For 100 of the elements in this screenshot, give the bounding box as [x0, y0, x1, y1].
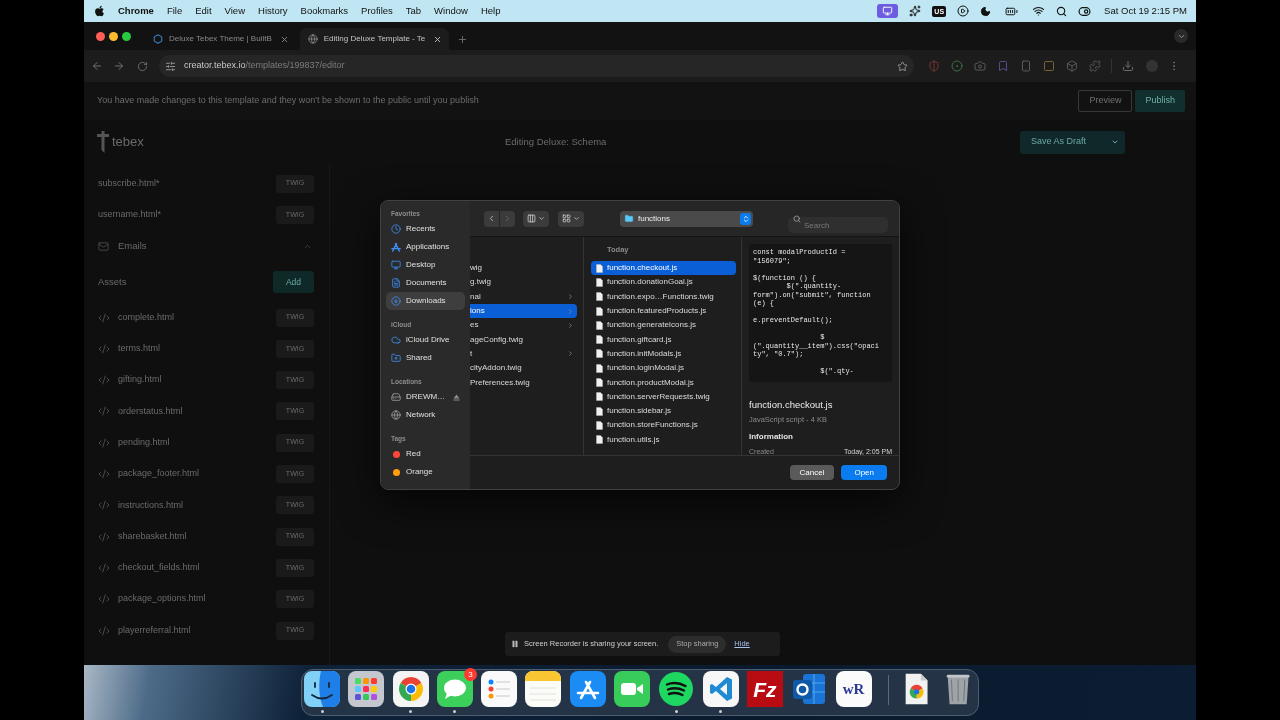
sidebar-item[interactable]: Recents — [386, 220, 465, 238]
template-name[interactable]: username.html* — [98, 208, 162, 222]
menu-item[interactable]: Profiles — [361, 3, 393, 19]
menu-item[interactable]: Tab — [405, 3, 422, 19]
template-name[interactable]: orderstatus.html — [118, 404, 183, 419]
sound-waves-app-icon[interactable] — [658, 671, 695, 707]
document-row[interactable]: function.donationGoal.js — [591, 275, 736, 290]
phone-icon[interactable] — [1020, 60, 1032, 72]
sidebar-item[interactable]: Downloads — [386, 292, 465, 310]
toggle-icon[interactable] — [1078, 4, 1092, 18]
document-row[interactable]: function.initModals.js — [591, 346, 736, 362]
close-tab-icon[interactable] — [433, 34, 443, 44]
menu-item[interactable]: History — [258, 3, 288, 19]
sidebar-item[interactable]: Desktop — [386, 256, 465, 274]
menu-item[interactable]: File — [166, 3, 183, 19]
eject-icon[interactable] — [453, 393, 460, 401]
menu-item[interactable]: View — [224, 3, 245, 19]
menu-item[interactable]: Window — [434, 3, 468, 19]
sidebar-item[interactable]: Documents — [386, 274, 465, 292]
apple-logo-icon[interactable] — [94, 5, 105, 17]
code-editor-app-icon[interactable] — [702, 671, 739, 707]
tab-list-icon[interactable] — [1174, 29, 1188, 43]
sidebar-item[interactable]: Orange — [386, 463, 465, 481]
box-icon[interactable] — [1066, 60, 1078, 72]
document-row[interactable]: g.twig — [470, 275, 577, 290]
save-draft-button[interactable]: Save As Draft — [1020, 130, 1125, 154]
column-view-button[interactable] — [523, 210, 549, 227]
new-tab-icon[interactable] — [457, 33, 469, 45]
address-bar[interactable]: creator.tebex.io/templates/199837/editor — [159, 55, 914, 77]
notepad-app-icon[interactable] — [525, 671, 562, 707]
ring-grid-app-icon[interactable] — [791, 671, 828, 707]
folder-row[interactable]: t — [470, 346, 577, 362]
sidebar-item[interactable]: Shared — [386, 349, 465, 367]
document-row[interactable]: function.sidebar.js — [591, 403, 736, 419]
document-row[interactable]: Preferences.twig — [470, 375, 577, 390]
sidebar-item[interactable]: Network — [386, 406, 465, 424]
search-icon[interactable] — [1056, 5, 1068, 17]
document-row[interactable]: function.checkout.js — [591, 261, 736, 276]
circle-dot-icon[interactable] — [951, 60, 963, 72]
publish-button[interactable]: Publish — [1135, 90, 1185, 112]
browser-tab[interactable]: Editing Deluxe Template - Te — [299, 28, 450, 50]
app-logo[interactable]: wR — [835, 671, 872, 707]
menu-item[interactable]: Edit — [195, 3, 212, 19]
document-row[interactable]: function.generateIcons.js — [591, 318, 736, 333]
template-name[interactable]: playerreferral.html — [118, 623, 191, 638]
add-button[interactable]: Add — [273, 270, 314, 293]
document-row[interactable]: function.productModal.js — [591, 375, 736, 390]
document-row[interactable]: function.storeFunctions.js — [591, 418, 736, 433]
moon-icon[interactable] — [980, 5, 992, 17]
sidebar-item[interactable]: DREWM… — [386, 388, 465, 406]
grid-app-icon[interactable] — [348, 671, 385, 707]
document-row[interactable]: function.loginModal.js — [591, 361, 736, 376]
folder-row[interactable]: ions — [470, 303, 577, 319]
app-menu[interactable]: Chrome — [118, 3, 154, 19]
template-name[interactable]: sharebasket.html — [118, 529, 187, 544]
chat-bubble-app-icon[interactable] — [436, 671, 473, 707]
sidebar-item[interactable]: Applications — [386, 238, 465, 256]
document-row[interactable]: function.giftcard.js — [591, 332, 736, 347]
zoom-window-icon[interactable] — [122, 31, 131, 41]
folder-row[interactable]: es — [470, 318, 577, 333]
menu-item[interactable]: Bookmarks — [300, 3, 349, 19]
search-field[interactable]: Search — [788, 217, 888, 233]
bookmark-star-icon[interactable] — [897, 60, 908, 72]
smiling-face-app-icon[interactable] — [304, 671, 340, 707]
folder-row[interactable]: nal — [470, 289, 577, 304]
preview-button[interactable]: Preview — [1078, 90, 1133, 112]
download-icon[interactable] — [1122, 60, 1134, 72]
document-row[interactable]: function.serverRequests.twig — [591, 389, 736, 404]
template-name[interactable]: subscribe.html* — [98, 176, 160, 191]
template-name[interactable]: package_options.html — [118, 592, 206, 606]
cancel-button[interactable]: Cancel — [789, 465, 835, 480]
template-name[interactable]: package_footer.html — [118, 467, 200, 481]
video-camera-app-icon[interactable] — [614, 671, 651, 707]
browser-tab[interactable]: Deluxe Tebex Theme | BuiltB — [145, 28, 296, 50]
menu-clock[interactable]: Sat Oct 19 2:15 PM — [1104, 3, 1187, 19]
document-row[interactable]: wig — [470, 261, 577, 276]
wifi-icon[interactable] — [1032, 5, 1046, 17]
template-name[interactable]: complete.html — [118, 310, 175, 325]
document-row[interactable]: function.featuredProducts.js — [591, 303, 736, 319]
play-circle-icon[interactable] — [957, 5, 970, 17]
document-row[interactable]: cityAddon.twig — [470, 361, 577, 376]
minimize-window-icon[interactable] — [109, 31, 118, 41]
document-row[interactable]: function.utils.js — [591, 432, 736, 447]
sidebar-item[interactable]: iCloud Drive — [386, 331, 465, 349]
template-name[interactable]: terms.html — [118, 342, 160, 356]
browser-app-icon[interactable] — [392, 671, 429, 707]
store-app-icon[interactable] — [569, 671, 606, 707]
group-view-button[interactable] — [558, 210, 584, 227]
document-row[interactable]: function.expo…Functions.twig — [591, 289, 736, 304]
template-name[interactable]: instructions.html — [118, 498, 184, 513]
app-logo[interactable]: Fz — [746, 671, 783, 707]
location-popup[interactable]: functions — [620, 210, 753, 227]
sparkles-icon[interactable] — [909, 5, 922, 17]
sidebar-item[interactable]: Red — [386, 445, 465, 463]
close-window-icon[interactable] — [96, 31, 105, 41]
template-name[interactable]: checkout_fields.html — [118, 561, 200, 575]
template-name[interactable]: pending.html — [118, 435, 170, 450]
checklist-app-icon[interactable] — [481, 671, 518, 707]
document-row[interactable]: ageConfig.twig — [470, 332, 577, 347]
menu-item[interactable]: Help — [480, 3, 501, 19]
